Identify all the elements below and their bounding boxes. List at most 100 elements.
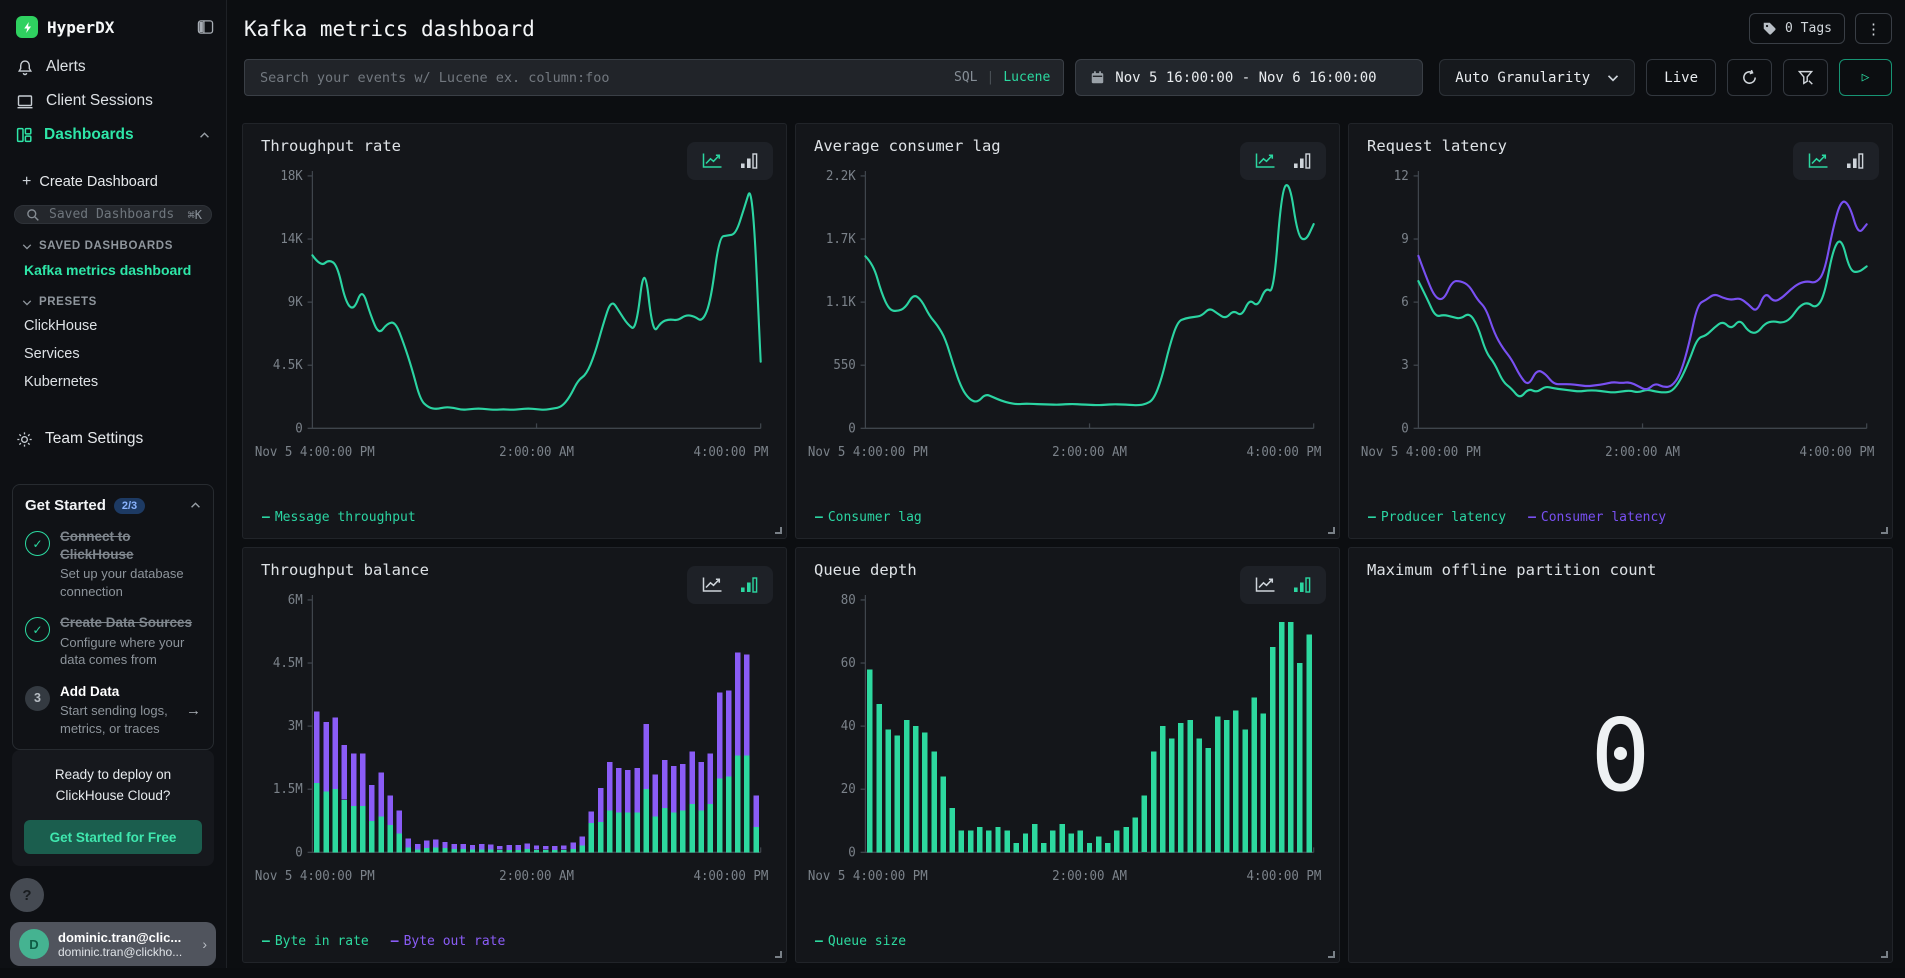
svg-text:80: 80 bbox=[841, 592, 856, 607]
legend-item[interactable]: —Consumer lag bbox=[815, 510, 922, 525]
sidebar-collapse-icon[interactable] bbox=[197, 19, 214, 35]
chevron-down-icon bbox=[1607, 74, 1619, 82]
svg-text:6: 6 bbox=[1401, 294, 1408, 309]
run-query-button[interactable]: ▷ bbox=[1839, 59, 1892, 96]
resize-handle[interactable] bbox=[1328, 527, 1335, 534]
tags-button[interactable]: 0 Tags bbox=[1749, 13, 1845, 44]
gear-icon bbox=[16, 431, 33, 448]
line-chart-icon[interactable] bbox=[1254, 152, 1276, 170]
chart-plot[interactable]: 806040200Nov 5 4:00:00 PM2:00:00 AM4:00:… bbox=[806, 588, 1329, 904]
sidebar-item-team-settings[interactable]: Team Settings bbox=[0, 420, 226, 458]
date-range-value: Nov 5 16:00:00 - Nov 6 16:00:00 bbox=[1115, 70, 1376, 86]
get-started-step-1[interactable]: ✓ Connect to ClickHouse Set up your data… bbox=[25, 528, 201, 600]
sidebar-item-kafka-dashboard[interactable]: Kafka metrics dashboard bbox=[0, 256, 226, 284]
kebab-menu-icon: ⋮ bbox=[1866, 20, 1881, 38]
line-chart-icon[interactable] bbox=[701, 576, 723, 594]
resize-handle[interactable] bbox=[775, 951, 782, 958]
legend-item[interactable]: —Producer latency bbox=[1368, 510, 1506, 525]
chart-legend: —Consumer lag bbox=[815, 510, 922, 525]
legend-item[interactable]: —Queue size bbox=[815, 934, 906, 949]
svg-text:0: 0 bbox=[295, 420, 302, 435]
get-started-step-3[interactable]: 3 Add Data Start sending logs, metrics, … bbox=[25, 683, 201, 738]
dashboard-grid-icon bbox=[16, 127, 32, 143]
section-saved-dashboards[interactable]: SAVED DASHBOARDS bbox=[0, 228, 226, 256]
live-button[interactable]: Live bbox=[1646, 59, 1716, 96]
event-search[interactable]: SQL | Lucene bbox=[244, 59, 1064, 96]
svg-text:1.5M: 1.5M bbox=[273, 781, 303, 796]
svg-text:4:00:00 PM: 4:00:00 PM bbox=[693, 868, 768, 883]
legend-item[interactable]: —Byte out rate bbox=[391, 934, 506, 949]
resize-handle[interactable] bbox=[1881, 951, 1888, 958]
bell-icon bbox=[16, 59, 34, 76]
chart-plot[interactable]: 18K14K9K4.5K0Nov 5 4:00:00 PM2:00:00 AM4… bbox=[253, 164, 776, 480]
get-started-free-button[interactable]: Get Started for Free bbox=[24, 820, 202, 854]
chart-legend: —Message throughput bbox=[262, 510, 416, 525]
sidebar-item-clickhouse[interactable]: ClickHouse bbox=[0, 312, 226, 340]
monitor-icon bbox=[16, 93, 34, 110]
chart-legend: —Byte in rate —Byte out rate bbox=[262, 934, 505, 949]
dashboard-header: Kafka metrics dashboard 0 Tags ⋮ bbox=[227, 0, 1905, 48]
sidebar-item-alerts[interactable]: Alerts bbox=[0, 50, 226, 84]
legend-dash: — bbox=[815, 510, 823, 525]
svg-text:1.1K: 1.1K bbox=[826, 294, 856, 309]
create-dashboard-button[interactable]: + Create Dashboard bbox=[0, 160, 226, 196]
svg-text:Nov 5 4:00:00 PM: Nov 5 4:00:00 PM bbox=[808, 444, 928, 459]
refresh-button[interactable] bbox=[1727, 59, 1772, 96]
bar-chart-icon[interactable] bbox=[739, 576, 759, 594]
mode-separator: | bbox=[986, 70, 994, 85]
saved-dashboards-search-input[interactable] bbox=[47, 206, 181, 223]
chart-plot[interactable]: 2.2K1.7K1.1K5500Nov 5 4:00:00 PM2:00:00 … bbox=[806, 164, 1329, 480]
resize-handle[interactable] bbox=[1328, 951, 1335, 958]
legend-item[interactable]: —Consumer latency bbox=[1528, 510, 1666, 525]
tag-icon bbox=[1762, 21, 1777, 36]
sidebar-item-kubernetes[interactable]: Kubernetes bbox=[0, 368, 226, 396]
legend-dash: — bbox=[815, 934, 823, 949]
step-title: Connect to ClickHouse bbox=[60, 528, 201, 563]
chart-plot[interactable]: 129630Nov 5 4:00:00 PM2:00:00 AM4:00:00 … bbox=[1359, 164, 1882, 480]
sidebar-item-label: Alerts bbox=[46, 58, 86, 76]
sql-mode-toggle[interactable]: SQL bbox=[954, 70, 977, 85]
chart-panel-avg-consumer-lag: Average consumer lag2.2K1.7K1.1K5500Nov … bbox=[795, 123, 1340, 539]
resize-handle[interactable] bbox=[1881, 527, 1888, 534]
bar-chart-icon[interactable] bbox=[1292, 152, 1312, 170]
sidebar-item-client-sessions[interactable]: Client Sessions bbox=[0, 84, 226, 118]
plus-icon: + bbox=[22, 174, 31, 190]
more-menu-button[interactable]: ⋮ bbox=[1855, 13, 1892, 44]
sidebar-item-dashboards[interactable]: Dashboards bbox=[0, 118, 226, 152]
app-name: HyperDX bbox=[47, 18, 114, 37]
sidebar-bottom: Ready to deploy on ClickHouse Cloud? Get… bbox=[0, 750, 226, 978]
user-menu[interactable]: D dominic.tran@clic... dominic.tran@clic… bbox=[10, 922, 216, 966]
svg-text:4:00:00 PM: 4:00:00 PM bbox=[1246, 868, 1321, 883]
legend-item[interactable]: —Byte in rate bbox=[262, 934, 369, 949]
lucene-mode-toggle[interactable]: Lucene bbox=[1003, 70, 1050, 85]
step-title: Add Data bbox=[60, 683, 176, 701]
svg-text:20: 20 bbox=[841, 781, 856, 796]
svg-text:3M: 3M bbox=[288, 718, 303, 733]
chart-plot[interactable]: 6M4.5M3M1.5M0Nov 5 4:00:00 PM2:00:00 AM4… bbox=[253, 588, 776, 904]
bar-chart-icon[interactable] bbox=[1292, 576, 1312, 594]
event-search-input[interactable] bbox=[258, 69, 944, 87]
filter-button[interactable] bbox=[1783, 59, 1828, 96]
date-range-picker[interactable]: Nov 5 16:00:00 - Nov 6 16:00:00 bbox=[1075, 59, 1423, 96]
bar-chart-icon[interactable] bbox=[739, 152, 759, 170]
chart-panel-queue-depth: Queue depth806040200Nov 5 4:00:00 PM2:00… bbox=[795, 547, 1340, 963]
help-button[interactable]: ? bbox=[10, 878, 44, 912]
svg-text:0: 0 bbox=[848, 844, 855, 859]
get-started-step-2[interactable]: ✓ Create Data Sources Configure where yo… bbox=[25, 614, 201, 669]
legend-item[interactable]: —Message throughput bbox=[262, 510, 416, 525]
resize-handle[interactable] bbox=[775, 527, 782, 534]
page-title: Kafka metrics dashboard bbox=[244, 17, 535, 41]
line-chart-icon[interactable] bbox=[701, 152, 723, 170]
svg-text:60: 60 bbox=[841, 655, 856, 670]
sidebar-item-services[interactable]: Services bbox=[0, 340, 226, 368]
line-chart-icon[interactable] bbox=[1807, 152, 1829, 170]
chevron-up-icon[interactable] bbox=[190, 502, 201, 509]
line-chart-icon[interactable] bbox=[1254, 576, 1276, 594]
chart-panel-request-latency: Request latency129630Nov 5 4:00:00 PM2:0… bbox=[1348, 123, 1893, 539]
saved-dashboards-search[interactable]: ⌘K bbox=[14, 205, 212, 224]
section-presets[interactable]: PRESETS bbox=[0, 284, 226, 312]
bar-chart-icon[interactable] bbox=[1845, 152, 1865, 170]
svg-text:4:00:00 PM: 4:00:00 PM bbox=[1246, 444, 1321, 459]
svg-text:Nov 5 4:00:00 PM: Nov 5 4:00:00 PM bbox=[808, 868, 928, 883]
granularity-select[interactable]: Auto Granularity bbox=[1439, 59, 1635, 96]
